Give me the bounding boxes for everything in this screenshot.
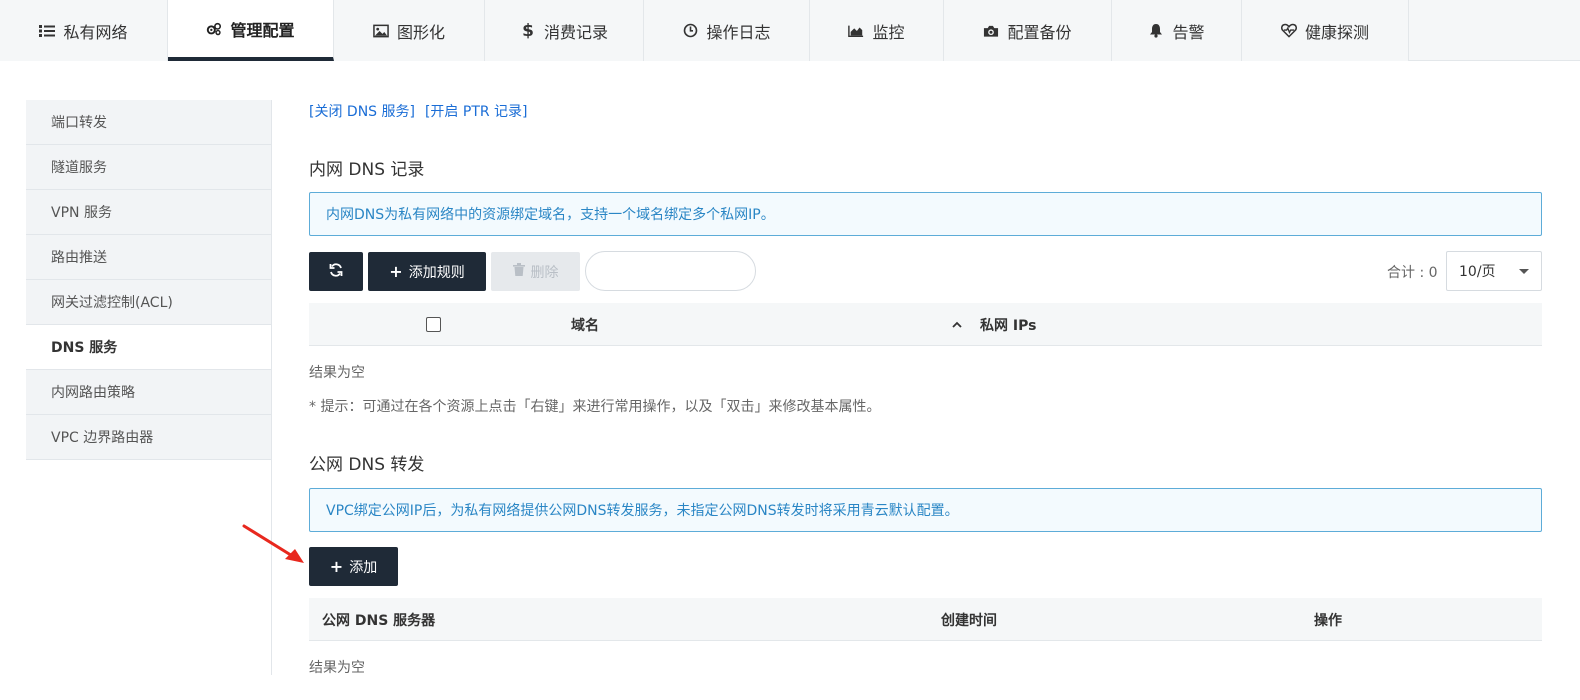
sidebar-item-intranet-route-policy[interactable]: 内网路由策略 xyxy=(26,370,272,415)
sidebar-item-label: 网关过滤控制(ACL) xyxy=(51,295,173,311)
private-dns-info-text: 内网DNS为私有网络中的资源绑定域名，支持一个域名绑定多个私网IP。 xyxy=(326,207,775,223)
tab-config-backup[interactable]: 配置备份 xyxy=(944,0,1112,61)
public-dns-table-header: 公网 DNS 服务器 创建时间 操作 xyxy=(309,598,1542,641)
sidebar-item-dns-service[interactable]: DNS 服务 xyxy=(26,325,272,370)
page-size-value: 10/页 xyxy=(1459,264,1496,280)
page-size-select[interactable]: 10/页 xyxy=(1446,251,1542,291)
area-chart-icon xyxy=(848,23,864,39)
add-rule-button[interactable]: + 添加规则 xyxy=(368,252,486,291)
plus-icon: + xyxy=(329,557,344,576)
close-dns-service-link[interactable]: [关闭 DNS 服务] xyxy=(309,101,415,121)
sidebar-item-vpn-service[interactable]: VPN 服务 xyxy=(26,190,272,235)
plus-icon: + xyxy=(389,262,403,281)
tab-label: 配置备份 xyxy=(1007,22,1072,42)
bell-icon xyxy=(1148,23,1164,39)
sidebar-item-label: 隧道服务 xyxy=(51,160,107,176)
public-dns-title: 公网 DNS 转发 xyxy=(309,455,425,475)
sidebar-item-acl[interactable]: 网关过滤控制(ACL) xyxy=(26,280,272,325)
tab-label: 操作日志 xyxy=(706,22,771,42)
sidebar: 端口转发 隧道服务 VPN 服务 路由推送 网关过滤控制(ACL) DNS 服务… xyxy=(26,100,272,460)
sidebar-item-port-forwarding[interactable]: 端口转发 xyxy=(26,100,272,145)
tab-label: 监控 xyxy=(872,22,905,42)
tab-graphical[interactable]: 图形化 xyxy=(334,0,485,61)
enable-ptr-record-link[interactable]: [开启 PTR 记录] xyxy=(425,101,528,121)
sidebar-divider xyxy=(271,100,272,675)
tab-label: 告警 xyxy=(1172,22,1205,42)
sort-asc-icon[interactable] xyxy=(952,303,962,346)
delete-label: 删除 xyxy=(530,264,559,281)
heartbeat-icon xyxy=(1280,23,1297,39)
dns-action-links: [关闭 DNS 服务] [开启 PTR 记录] xyxy=(309,101,528,121)
tab-private-network[interactable]: 私有网络 xyxy=(0,0,168,61)
camera-icon xyxy=(983,23,999,39)
public-dns-info-text: VPC绑定公网IP后，为私有网络提供公网DNS转发服务，未指定公网DNS转发时将… xyxy=(326,503,959,519)
tab-label: 图形化 xyxy=(396,22,445,42)
tab-billing[interactable]: $ 消费记录 xyxy=(485,0,644,61)
chevron-down-icon xyxy=(1519,269,1529,274)
list-icon xyxy=(39,23,56,39)
tab-monitoring[interactable]: 监控 xyxy=(810,0,944,61)
column-created-time[interactable]: 创建时间 xyxy=(941,598,997,641)
tab-label: 管理配置 xyxy=(230,20,295,40)
sidebar-item-route-push[interactable]: 路由推送 xyxy=(26,235,272,280)
sidebar-item-label: VPN 服务 xyxy=(51,205,112,221)
public-dns-info-box: VPC绑定公网IP后，为私有网络提供公网DNS转发服务，未指定公网DNS转发时将… xyxy=(309,488,1542,532)
tab-alarm[interactable]: 告警 xyxy=(1112,0,1242,61)
column-domain[interactable]: 域名 xyxy=(571,303,599,346)
refresh-icon xyxy=(329,262,343,281)
usage-tip: * 提示：可通过在各个资源上点击「右键」来进行常用操作，以及「双击」来修改基本属… xyxy=(309,399,881,415)
clock-icon xyxy=(682,23,698,39)
image-icon xyxy=(373,23,389,39)
select-all-checkbox-cell xyxy=(426,303,441,346)
tab-management-config[interactable]: 管理配置 xyxy=(168,0,334,61)
private-dns-empty-text: 结果为空 xyxy=(309,365,365,381)
sidebar-item-tunnel-service[interactable]: 隧道服务 xyxy=(26,145,272,190)
private-dns-title: 内网 DNS 记录 xyxy=(309,160,425,180)
add-rule-label: 添加规则 xyxy=(408,264,465,281)
total-count: 合计 : 0 xyxy=(1387,265,1438,281)
sidebar-item-label: VPC 边界路由器 xyxy=(51,430,154,446)
search-input[interactable] xyxy=(585,251,756,291)
tab-label: 私有网络 xyxy=(63,22,128,42)
tab-health-check[interactable]: 健康探测 xyxy=(1242,0,1409,61)
sidebar-item-label: 内网路由策略 xyxy=(51,385,135,401)
column-public-dns-server[interactable]: 公网 DNS 服务器 xyxy=(322,598,435,641)
sidebar-item-label: 路由推送 xyxy=(51,250,107,266)
trash-icon xyxy=(512,263,525,280)
public-dns-empty-text: 结果为空 xyxy=(309,660,365,676)
sidebar-item-label: DNS 服务 xyxy=(51,340,118,356)
delete-button[interactable]: 删除 xyxy=(491,252,580,291)
column-private-ips[interactable]: 私网 IPs xyxy=(980,303,1036,346)
tab-label: 健康探测 xyxy=(1304,22,1369,42)
annotation-arrow-icon xyxy=(242,524,304,563)
tab-label: 消费记录 xyxy=(543,22,608,42)
gears-icon xyxy=(206,21,222,37)
private-dns-table-header: 域名 私网 IPs xyxy=(309,303,1542,346)
add-public-dns-button[interactable]: + 添加 xyxy=(309,547,398,586)
private-dns-info-box: 内网DNS为私有网络中的资源绑定域名，支持一个域名绑定多个私网IP。 xyxy=(309,192,1542,236)
add-label: 添加 xyxy=(349,559,378,576)
select-all-checkbox[interactable] xyxy=(426,317,441,332)
top-tab-bar: 私有网络 管理配置 图形化 $ 消费记录 操作日志 监控 配置备份 告警 健康探… xyxy=(0,0,1580,61)
refresh-button[interactable] xyxy=(309,252,363,291)
column-actions: 操作 xyxy=(1314,612,1342,629)
tab-operation-log[interactable]: 操作日志 xyxy=(644,0,810,61)
dollar-icon: $ xyxy=(522,20,534,41)
sidebar-item-label: 端口转发 xyxy=(51,115,107,131)
sidebar-item-vpc-border-router[interactable]: VPC 边界路由器 xyxy=(26,415,272,460)
